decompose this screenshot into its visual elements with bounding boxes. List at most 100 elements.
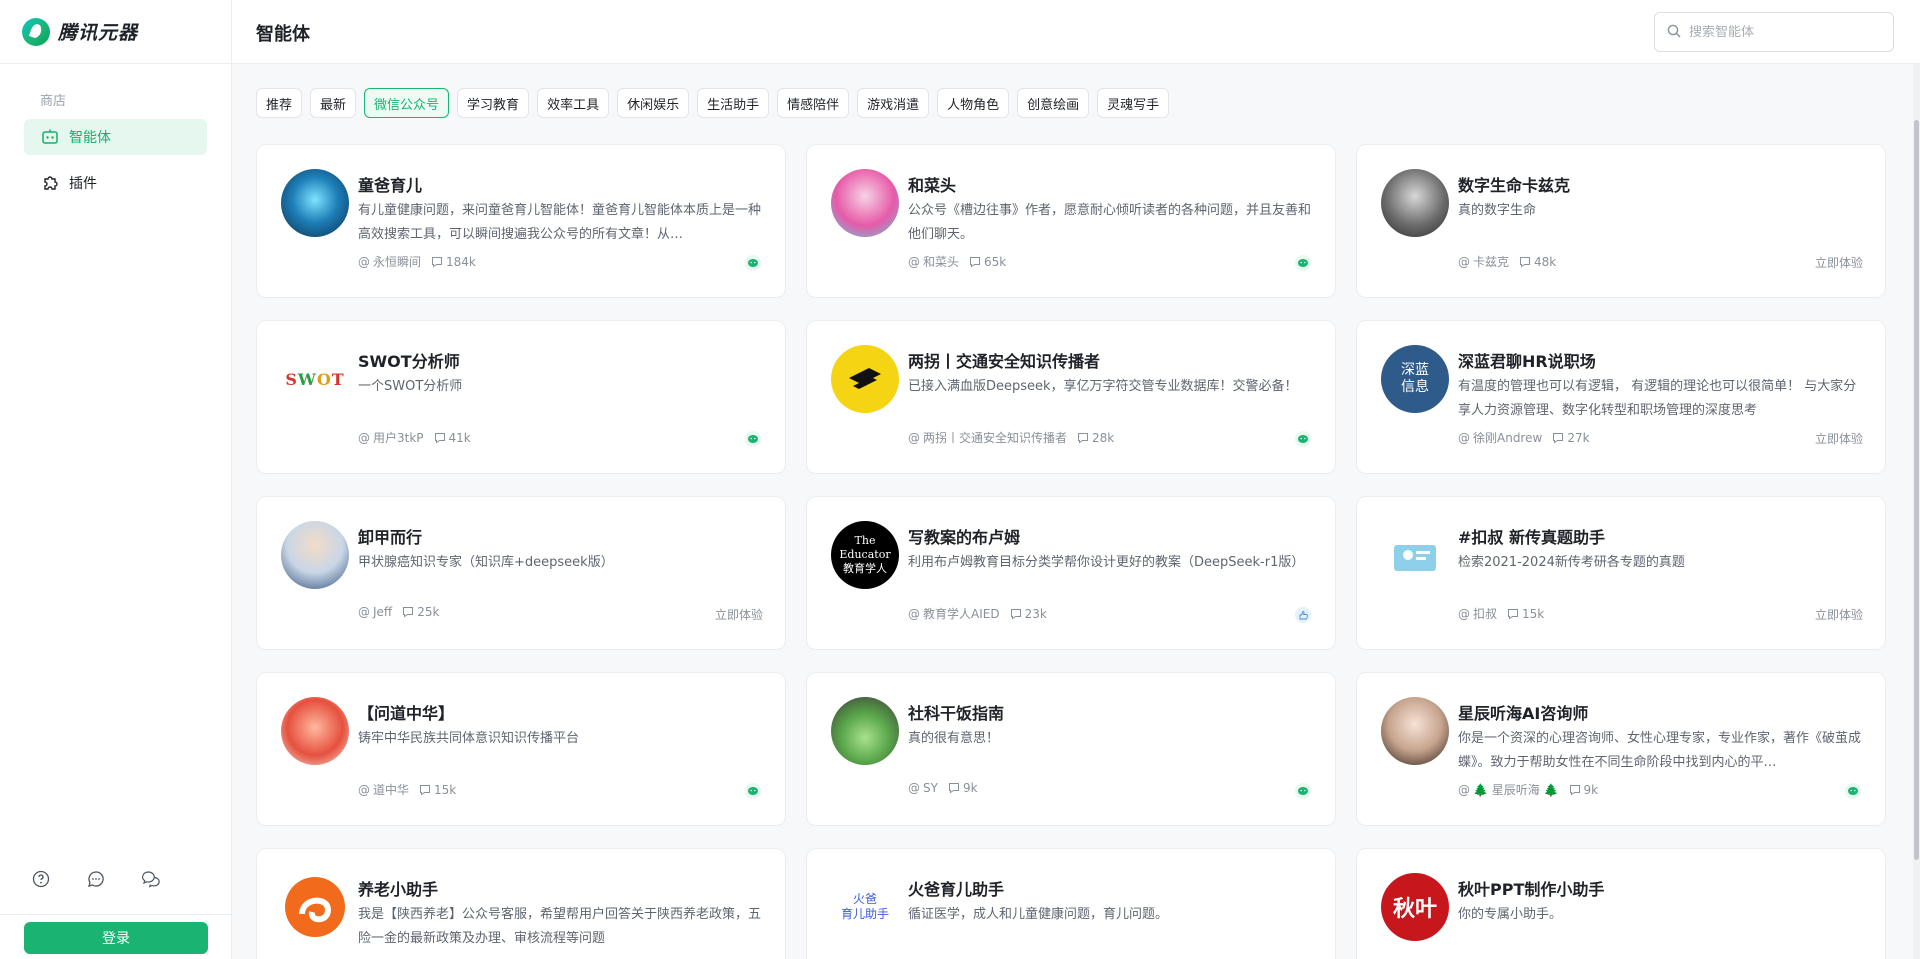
at-icon: @: [1458, 782, 1470, 797]
agent-author: Jeff: [373, 605, 393, 619]
agent-card[interactable]: 深蓝 信息 深蓝君聊HR说职场 有温度的管理也可以有逻辑， 有逻辑的理论也可以很简单…: [1356, 320, 1886, 474]
agent-author: 徐刚Andrew: [1473, 431, 1543, 445]
at-icon: @: [1458, 254, 1470, 269]
agent-card[interactable]: 两拐丨交通安全知识传播者 已接入满血版Deepseek，享亿万字符交管专业数据库！…: [806, 320, 1336, 474]
agent-description: 已接入满血版Deepseek，享亿万字符交管专业数据库！交警必备！: [908, 379, 1298, 394]
agent-title: 和菜头: [908, 176, 957, 195]
agent-meta: @ Jeff 25k: [358, 605, 439, 619]
sidebar-item-plugins[interactable]: 插件: [24, 165, 207, 201]
login-button[interactable]: 登录: [24, 922, 208, 954]
usage-count: 184k: [431, 255, 476, 269]
tab-emotional[interactable]: 情感陪伴: [777, 88, 850, 118]
wechat-badge-icon: [745, 255, 761, 271]
help-icon[interactable]: [30, 868, 52, 890]
sidebar: 腾讯元器 商店 智能体 插件 登录: [0, 0, 232, 959]
tab-efficiency[interactable]: 效率工具: [537, 88, 610, 118]
wechat-badge-icon: [1845, 783, 1861, 799]
at-icon: @: [1458, 606, 1470, 621]
agent-avatar: [1381, 169, 1449, 237]
comment-icon: [432, 256, 443, 267]
search-input[interactable]: [1689, 24, 1879, 40]
wechat-badge-icon: [745, 783, 761, 799]
usage-count-value: 48k: [1534, 254, 1557, 269]
tab-education[interactable]: 学习教育: [457, 88, 530, 118]
agent-card[interactable]: #扣叔 新传真题助手 检索2021-2024新传考研各专题的真题 @ 扣叔 15k 立即体…: [1356, 496, 1886, 650]
agent-meta: @ 徐刚Andrew 27k: [1458, 429, 1590, 446]
agent-meta: @ 🌲 星辰听海 🌲 9k: [1458, 781, 1598, 798]
agent-title: 【问道中华】: [358, 704, 455, 723]
orange-swirl-logo-icon: [285, 877, 345, 937]
agent-card[interactable]: SWOT SWOT分析师 一个SWOT分析师 @ 用户3tkP 41k: [256, 320, 786, 474]
sidebar-item-agents[interactable]: 智能体: [24, 119, 207, 155]
agent-title: 深蓝君聊HR说职场: [1458, 352, 1596, 371]
agent-card[interactable]: 卸甲而行 甲状腺癌知识专家（知识库+deepseek版） @ Jeff 25k 立即体验: [256, 496, 786, 650]
search-box[interactable]: [1654, 12, 1894, 52]
wechat-icon[interactable]: [140, 868, 162, 890]
comment-icon: [1508, 608, 1519, 619]
try-now-link[interactable]: 立即体验: [1815, 430, 1863, 447]
at-icon: @: [1458, 430, 1470, 445]
usage-count: 15k: [1507, 607, 1544, 621]
usage-count-value: 25k: [417, 605, 440, 619]
agent-title: 卸甲而行: [358, 528, 423, 547]
sidebar-divider: [0, 914, 232, 915]
agent-card[interactable]: The Educator 教育学人 写教案的布卢姆 利用布卢姆教育目标分类学帮你设计…: [806, 496, 1336, 650]
usage-count-value: 9k: [962, 781, 978, 795]
at-icon: @: [908, 430, 920, 445]
usage-count: 28k: [1077, 431, 1114, 445]
agent-avatar: SWOT: [281, 345, 349, 413]
agent-card[interactable]: 火爸 育儿助手 火爸育儿助手 循证医学，成人和儿童健康问题，育儿问题。: [806, 848, 1336, 959]
avatar-text: 火爸 育儿助手: [840, 892, 889, 921]
usage-count-value: 65k: [984, 254, 1007, 269]
agent-description: 有儿童健康问题，来问童爸育儿智能体！童爸育儿智能体本质上是一种高效搜索工具，可以…: [358, 203, 762, 242]
qq-badge-icon: [1295, 607, 1311, 623]
tab-recommend[interactable]: 推荐: [256, 88, 303, 118]
agent-meta: @ 用户3tkP 41k: [358, 429, 471, 446]
try-now-link[interactable]: 立即体验: [715, 606, 763, 623]
try-now-link[interactable]: 立即体验: [1815, 254, 1863, 271]
agent-avatar: [831, 697, 899, 765]
agent-card[interactable]: 和菜头 公众号《槽边往事》作者，愿意耐心倾听读者的各种问题，并且友善和他们聊天。 @…: [806, 144, 1336, 298]
app-name: 腾讯元器: [58, 22, 139, 44]
try-now-link[interactable]: 立即体验: [1815, 606, 1863, 623]
tab-life-assistant[interactable]: 生活助手: [697, 88, 770, 118]
agent-meta: @ SY 9k: [908, 781, 978, 795]
agent-meta: @ 扣叔 15k: [1458, 605, 1544, 622]
agent-grid: 童爸育儿 有儿童健康问题，来问童爸育儿智能体！童爸育儿智能体本质上是一种高效搜索工…: [256, 144, 1886, 959]
usage-count-value: 27k: [1567, 430, 1590, 445]
comment-icon: [403, 607, 414, 618]
avatar-text: The Educator 教育学人: [839, 534, 891, 575]
tab-writer[interactable]: 灵魂写手: [1097, 88, 1170, 118]
swot-logo-text: SWOT: [285, 369, 345, 389]
usage-count-value: 15k: [434, 782, 457, 797]
tab-wechat-official[interactable]: 微信公众号: [364, 88, 450, 118]
agent-card[interactable]: 数字生命卡兹克 真的数字生命 @ 卡兹克 48k 立即体验: [1356, 144, 1886, 298]
tab-leisure[interactable]: 休闲娱乐: [617, 88, 690, 118]
tab-games[interactable]: 游戏消遣: [857, 88, 930, 118]
agent-description: 真的数字生命: [1458, 203, 1537, 218]
agent-card[interactable]: 【问道中华】 铸牢中华民族共同体意识知识传播平台 @ 道中华 15k: [256, 672, 786, 826]
comment-icon: [420, 784, 431, 795]
avatar-text: 秋叶: [1392, 897, 1437, 922]
agent-card[interactable]: 秋叶 秋叶PPT制作小助手 你的专属小助手。: [1356, 848, 1886, 959]
agent-card[interactable]: 童爸育儿 有儿童健康问题，来问童爸育儿智能体！童爸育儿智能体本质上是一种高效搜索工…: [256, 144, 786, 298]
agent-avatar: [831, 345, 899, 413]
comment-icon: [1520, 256, 1531, 267]
chat-icon[interactable]: [85, 868, 107, 890]
tab-creative-drawing[interactable]: 创意绘画: [1017, 88, 1090, 118]
tab-characters[interactable]: 人物角色: [937, 88, 1010, 118]
agent-card[interactable]: 星辰听海AI咨询师 你是一个资深的心理咨询师、女性心理专家，专业作家，著作《破茧成…: [1356, 672, 1886, 826]
usage-count-value: 9k: [1583, 782, 1599, 797]
agent-avatar: 深蓝 信息: [1381, 345, 1449, 413]
agent-card[interactable]: 社科干饭指南 真的很有意思！ @ SY 9k: [806, 672, 1336, 826]
comment-icon: [434, 432, 445, 443]
agent-card[interactable]: 养老小助手 我是【陕西养老】公众号客服，希望帮用户回答关于陕西养老政策，五险一金的…: [256, 848, 786, 959]
app-logo[interactable]: 腾讯元器: [0, 0, 231, 64]
category-tabs: 推荐 最新 微信公众号 学习教育 效率工具 休闲娱乐 生活助手 情感陪伴 游戏消…: [256, 88, 1170, 118]
agent-author: 🌲 星辰听海 🌲: [1473, 783, 1559, 797]
scrollbar-thumb[interactable]: [1914, 120, 1919, 860]
agent-author: 扣叔: [1473, 607, 1498, 621]
agent-author: 用户3tkP: [373, 431, 424, 445]
usage-count: 9k: [1569, 782, 1599, 797]
tab-latest[interactable]: 最新: [310, 88, 357, 118]
